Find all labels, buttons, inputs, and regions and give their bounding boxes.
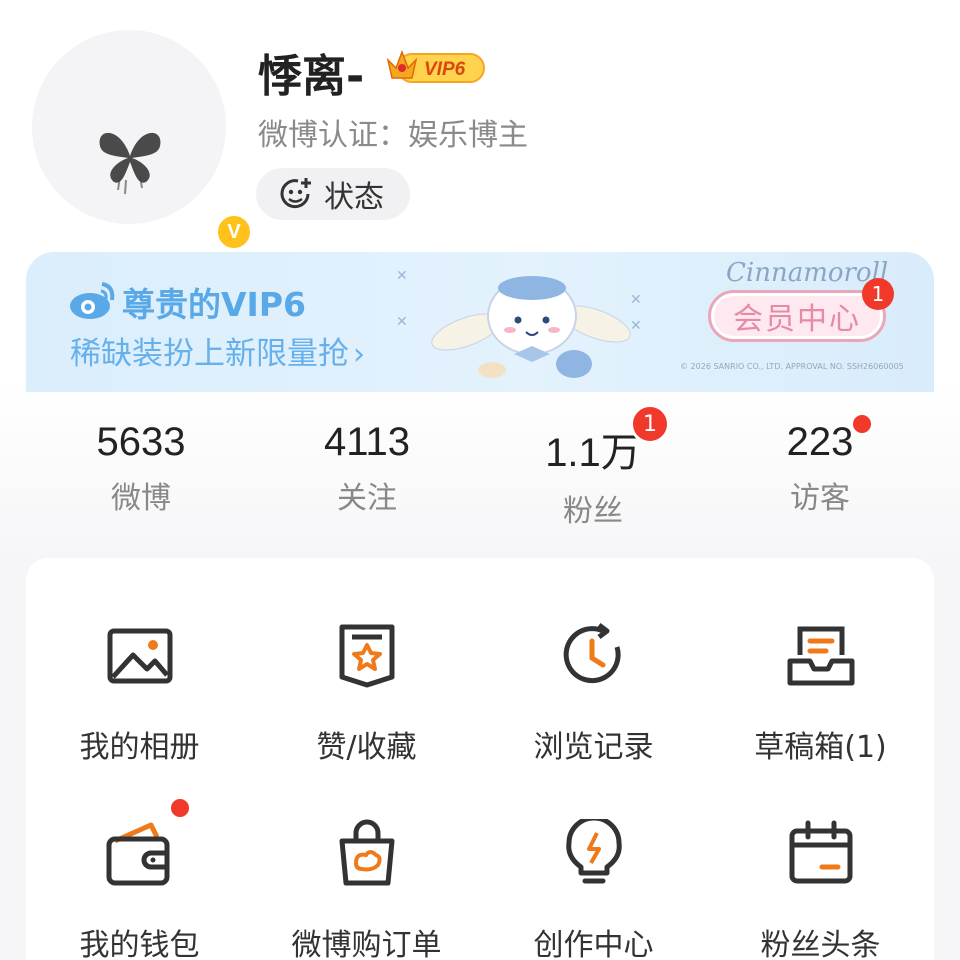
- stat-value: 1.1万: [545, 431, 641, 475]
- stat-fans[interactable]: 1.1万 粉丝: [473, 420, 713, 530]
- grid-item-fan-headlines[interactable]: 粉丝头条: [707, 814, 934, 960]
- wallet-notification-dot: [168, 796, 192, 820]
- vip-banner[interactable]: 尊贵的VIP6 稀缺装扮上新限量抢 › ✕ ✕ ✕ ✕ Cinnamoroll 会…: [26, 252, 934, 392]
- history-icon: [563, 623, 621, 684]
- stat-label: 访客: [790, 481, 850, 516]
- visitors-notification-dot: [850, 412, 874, 436]
- grid-item-label: 我的钱包: [79, 928, 200, 960]
- vip-subtitle-row[interactable]: 稀缺装扮上新限量抢 ›: [70, 328, 365, 373]
- grid-item-orders[interactable]: 微博购订单: [253, 814, 480, 960]
- grid-item-wallet[interactable]: 我的钱包: [26, 814, 253, 960]
- favorites-icon: [339, 624, 394, 688]
- weibo-eye-icon: [70, 282, 115, 319]
- stat-weibo[interactable]: 5633 微博: [21, 420, 261, 517]
- grid-item-label: 微博购订单: [291, 928, 442, 960]
- calendar-icon: [789, 820, 852, 884]
- cinnamoroll-illustration: ✕ ✕ ✕ ✕: [396, 268, 642, 378]
- profile-page: V 悸离- VIP6 微博认证：娱乐博主 状态 尊贵的VIP6 稀缺装扮上新限量: [0, 0, 960, 960]
- svg-text:✕: ✕: [630, 292, 642, 308]
- stat-value: 5633: [96, 420, 186, 464]
- stat-label: 关注: [337, 481, 397, 516]
- verified-badge: V: [214, 212, 254, 252]
- status-button[interactable]: 状态: [256, 168, 410, 220]
- status-label: 状态: [324, 180, 384, 215]
- svg-text:✕: ✕: [396, 314, 408, 330]
- wallet-icon: [106, 822, 169, 886]
- grid-item-label: 草稿箱(1): [754, 730, 887, 765]
- grid-item-creator-center[interactable]: 创作中心: [480, 814, 707, 960]
- vip-title: 尊贵的VIP6: [122, 285, 306, 324]
- lightbulb-icon: [565, 819, 622, 884]
- stat-value: 4113: [323, 420, 410, 464]
- shopping-bag-icon: [339, 819, 394, 886]
- svg-text:✕: ✕: [396, 268, 408, 284]
- grid-item-label: 创作中心: [533, 928, 654, 960]
- chevron-right-icon: ›: [353, 337, 365, 372]
- cinnamoroll-brand: Cinnamoroll: [726, 258, 889, 288]
- fans-notification-badge: 1: [630, 404, 670, 444]
- stat-value: 223: [786, 420, 854, 464]
- stats-row: 5633 微博 4113 关注 1.1万 粉丝 223 访客 1: [0, 404, 960, 530]
- vip-level-text: VIP6: [424, 59, 466, 80]
- member-center-label: 会员中心: [733, 302, 861, 337]
- grid-item-album[interactable]: 我的相册: [26, 616, 253, 766]
- grid-item-favorites[interactable]: 赞/收藏: [253, 616, 480, 766]
- grid-item-label: 粉丝头条: [760, 928, 881, 960]
- grid-item-history[interactable]: 浏览记录: [480, 616, 707, 766]
- copyright-text: © 2026 SANRIO CO., LTD. APPROVAL NO. SSH…: [680, 362, 904, 371]
- member-center-button[interactable]: 会员中心: [708, 290, 886, 342]
- photo-album-icon: [107, 628, 172, 684]
- stat-label: 粉丝: [563, 494, 623, 529]
- vip-level-badge[interactable]: VIP6: [384, 46, 486, 86]
- avatar[interactable]: V: [32, 30, 254, 252]
- verification-text: 微博认证：娱乐博主: [258, 118, 528, 153]
- grid-item-label: 浏览记录: [533, 730, 654, 765]
- grid-item-drafts[interactable]: 草稿箱(1): [707, 616, 934, 766]
- vip-subtitle: 稀缺装扮上新限量抢: [70, 336, 349, 372]
- username[interactable]: 悸离-: [258, 40, 364, 104]
- grid-item-label: 赞/收藏: [316, 730, 417, 765]
- svg-text:✕: ✕: [630, 318, 642, 334]
- grid-item-label: 我的相册: [79, 730, 200, 765]
- stat-label: 微博: [111, 481, 171, 516]
- stat-visitors[interactable]: 223 访客: [700, 420, 940, 517]
- drafts-icon: [787, 626, 854, 686]
- butterfly-avatar-image: [99, 132, 161, 195]
- smiley-add-icon: [280, 178, 311, 209]
- feature-grid: 我的相册 赞/收藏 浏览记录 草稿箱(1) 我的钱包 微博购订单 创作中心 粉丝…: [26, 558, 934, 960]
- stat-following[interactable]: 4113 关注: [247, 420, 487, 517]
- member-center-badge: 1: [862, 278, 894, 310]
